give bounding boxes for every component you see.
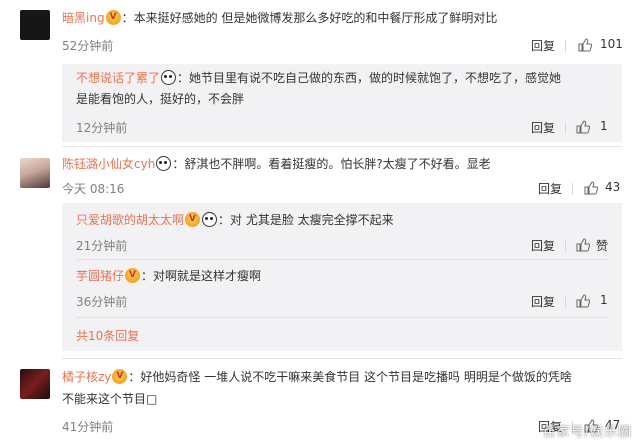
divider [565, 296, 566, 308]
like-label[interactable]: 赞 [596, 237, 608, 254]
divider [572, 183, 573, 195]
divider [76, 259, 608, 260]
vip-badge-icon [185, 212, 201, 227]
like-thumb-icon[interactable] [584, 181, 598, 195]
like-thumb-icon[interactable] [578, 38, 592, 52]
username-link[interactable]: 暗黑ing [62, 11, 105, 25]
timestamp: 12分钟前 [76, 121, 128, 135]
timestamp: 21分钟前 [76, 239, 128, 253]
comment-text: 陈钰潞小仙女cyh ：舒淇也不胖啊。看着挺瘦的。怕长胖?太瘦了不好看。显老 [62, 156, 491, 171]
like-count: 1 [600, 293, 608, 307]
vip-badge-icon [112, 369, 128, 384]
vip-badge-icon [125, 268, 141, 283]
avatar[interactable] [20, 158, 50, 188]
vip-badge-icon [105, 10, 121, 25]
comment-text-continued: 不能来这个节目□ [62, 392, 158, 406]
divider [565, 40, 566, 52]
username-link[interactable]: 陈钰潞小仙女cyh [62, 157, 155, 171]
username-link[interactable]: 不想说话了累了 [76, 71, 160, 85]
reply-thread: 不想说话了累了 ：她节目里有说不吃自己做的东西，做的时候就饱了，不想吃了，感觉她 … [62, 64, 622, 142]
timestamp: 52分钟前 [62, 39, 114, 53]
like-count: 101 [600, 37, 623, 51]
avatar[interactable] [20, 369, 50, 399]
reply-text: 只爱胡歌的胡太太啊：对 尤其是脸 太瘦完全撑不起来 [76, 211, 394, 229]
watermark: 百家号/娱乐圈 [542, 425, 632, 440]
reply-button[interactable]: 回复 [531, 37, 555, 54]
reply-thread: 只爱胡歌的胡太太啊：对 尤其是脸 太瘦完全撑不起来 21分钟前 回复 赞 芋圆猪… [62, 203, 622, 351]
reply-text: 不想说话了累了 ：她节目里有说不吃自己做的东西，做的时候就饱了，不想吃了，感觉她 [76, 70, 562, 85]
timestamp: 36分钟前 [76, 295, 128, 309]
reply-button[interactable]: 回复 [538, 180, 562, 197]
comment-text: 暗黑ing：本来挺好感她的 但是她微博发那么多好吃的和中餐厅形成了鲜明对比 [62, 9, 497, 27]
more-replies-link[interactable]: 共10条回复 [76, 327, 139, 344]
timestamp: 41分钟前 [62, 420, 114, 434]
divider [76, 317, 608, 318]
reply-button[interactable]: 回复 [531, 293, 555, 310]
avatar[interactable] [20, 10, 50, 40]
like-count: 43 [605, 180, 621, 194]
reply-text-continued: 是能看饱的人，挺好的，不会胖 [76, 92, 245, 106]
comment-1: 暗黑ing：本来挺好感她的 但是她微博发那么多好吃的和中餐厅形成了鲜明对比 52… [0, 0, 640, 60]
divider [565, 240, 566, 252]
panda-emoji-icon [202, 212, 218, 227]
username-link[interactable]: 橘子核zy [62, 370, 111, 384]
reply-text: 芋圆猪仔：对啊就是这样才瘦啊 [76, 267, 261, 285]
comment-text: 橘子核zy：好他妈奇怪 一堆人说不吃干嘛来美食节目 这个节目是吃播吗 明明是个做… [62, 368, 572, 386]
reply-button[interactable]: 回复 [531, 237, 555, 254]
username-link[interactable]: 芋圆猪仔 [76, 269, 124, 283]
divider [565, 122, 566, 134]
timestamp: 今天 08:16 [62, 182, 125, 196]
reply-button[interactable]: 回复 [531, 119, 555, 136]
like-thumb-icon[interactable] [576, 238, 590, 252]
like-thumb-icon[interactable] [576, 294, 590, 308]
username-link[interactable]: 只爱胡歌的胡太太啊 [76, 213, 184, 227]
like-thumb-icon[interactable] [576, 120, 590, 134]
panda-emoji-icon [156, 156, 172, 171]
panda-emoji-icon [161, 70, 177, 85]
comment-2: 陈钰潞小仙女cyh ：舒淇也不胖啊。看着挺瘦的。怕长胖?太瘦了不好看。显老 今天 … [0, 147, 640, 201]
like-count: 1 [600, 119, 608, 133]
